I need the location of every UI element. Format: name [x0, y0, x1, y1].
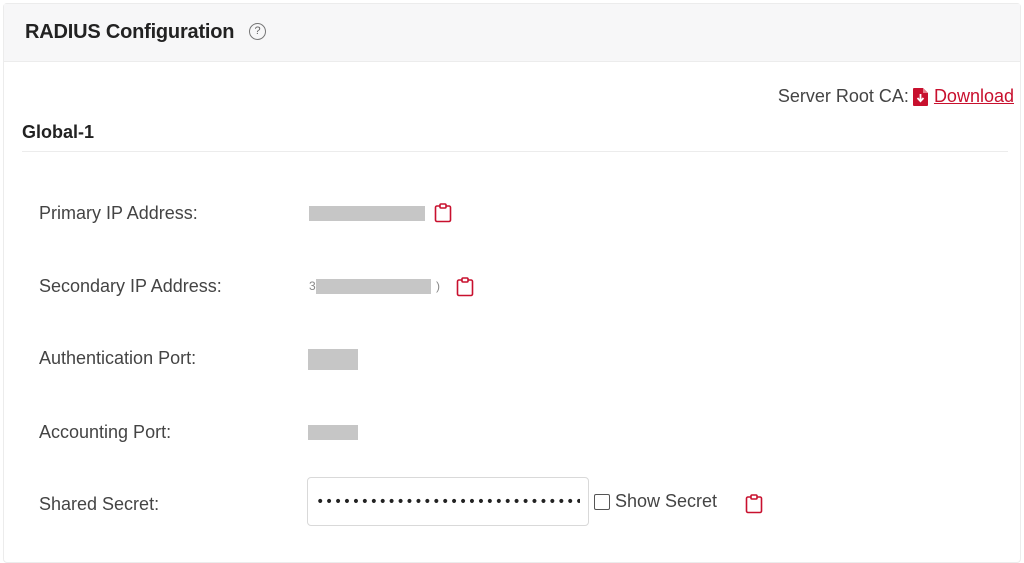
- section-title: Global-1: [22, 122, 95, 142]
- acct-port-label: Accounting Port:: [39, 422, 172, 442]
- show-secret-checkbox[interactable]: [594, 493, 610, 510]
- shared-secret-input[interactable]: [307, 477, 589, 526]
- copy-clipboard-icon[interactable]: [434, 203, 452, 223]
- secondary-ip-value: [316, 279, 431, 294]
- page-title: RADIUS Configuration: [25, 21, 235, 43]
- copy-clipboard-icon[interactable]: [745, 494, 763, 514]
- copy-clipboard-icon[interactable]: [456, 277, 474, 297]
- server-root-ca-label: Server Root CA:: [777, 86, 909, 106]
- download-link[interactable]: Download: [934, 86, 1014, 107]
- secondary-ip-label: Secondary IP Address:: [39, 276, 222, 296]
- primary-ip-value: [309, 206, 425, 221]
- primary-ip-label: Primary IP Address:: [39, 203, 198, 223]
- help-icon[interactable]: ?: [249, 23, 266, 40]
- secondary-ip-prefix: 3: [309, 279, 316, 293]
- show-secret-toggle[interactable]: Show Secret: [594, 491, 717, 512]
- auth-port-value: [308, 349, 358, 370]
- auth-port-label: Authentication Port:: [39, 348, 197, 368]
- panel-header: RADIUS Configuration ?: [4, 4, 1020, 62]
- server-root-ca: Server Root CA: Download: [778, 86, 1014, 107]
- secondary-ip-suffix: ): [436, 279, 440, 293]
- acct-port-value: [308, 425, 358, 440]
- pdf-download-icon[interactable]: [912, 87, 928, 106]
- section-divider: [22, 151, 1008, 152]
- shared-secret-label: Shared Secret:: [39, 494, 160, 514]
- show-secret-label: Show Secret: [615, 491, 718, 511]
